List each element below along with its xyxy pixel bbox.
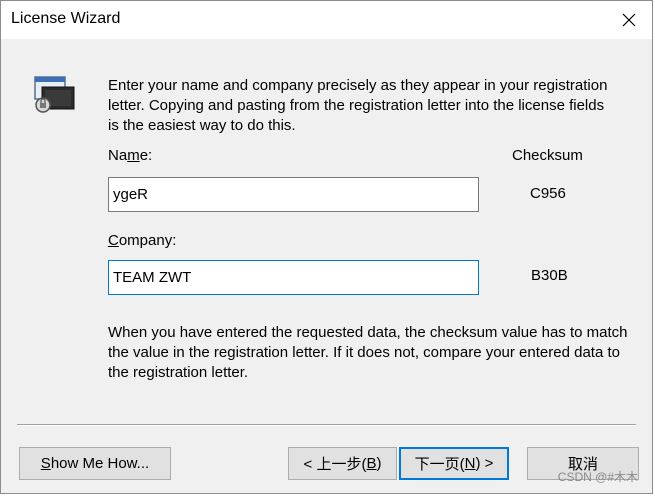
outro-text: When you have entered the requested data… xyxy=(108,324,628,381)
name-checksum: C956 xyxy=(530,185,566,202)
separator xyxy=(17,424,636,426)
company-input[interactable] xyxy=(108,260,479,295)
company-checksum: B30B xyxy=(531,267,568,284)
close-icon xyxy=(622,13,636,27)
name-label: Name: xyxy=(108,147,153,164)
show-me-how-button[interactable]: Show Me How... xyxy=(19,447,171,480)
name-input[interactable] xyxy=(108,177,479,212)
watermark: CSDN @#木木 xyxy=(557,470,638,484)
close-button[interactable] xyxy=(606,1,652,39)
license-wizard-dialog: License Wizard Enter your name and compa… xyxy=(0,0,653,494)
title-bar: License Wizard xyxy=(1,1,652,39)
license-key-icon xyxy=(34,76,75,113)
next-button[interactable]: 下一页(N) > xyxy=(399,447,509,480)
back-button[interactable]: < 上一步(B) xyxy=(288,447,397,480)
checksum-header: Checksum xyxy=(512,147,583,164)
intro-text: Enter your name and company precisely as… xyxy=(108,77,608,134)
window-title: License Wizard xyxy=(11,10,121,27)
company-label: Company: xyxy=(108,232,177,249)
